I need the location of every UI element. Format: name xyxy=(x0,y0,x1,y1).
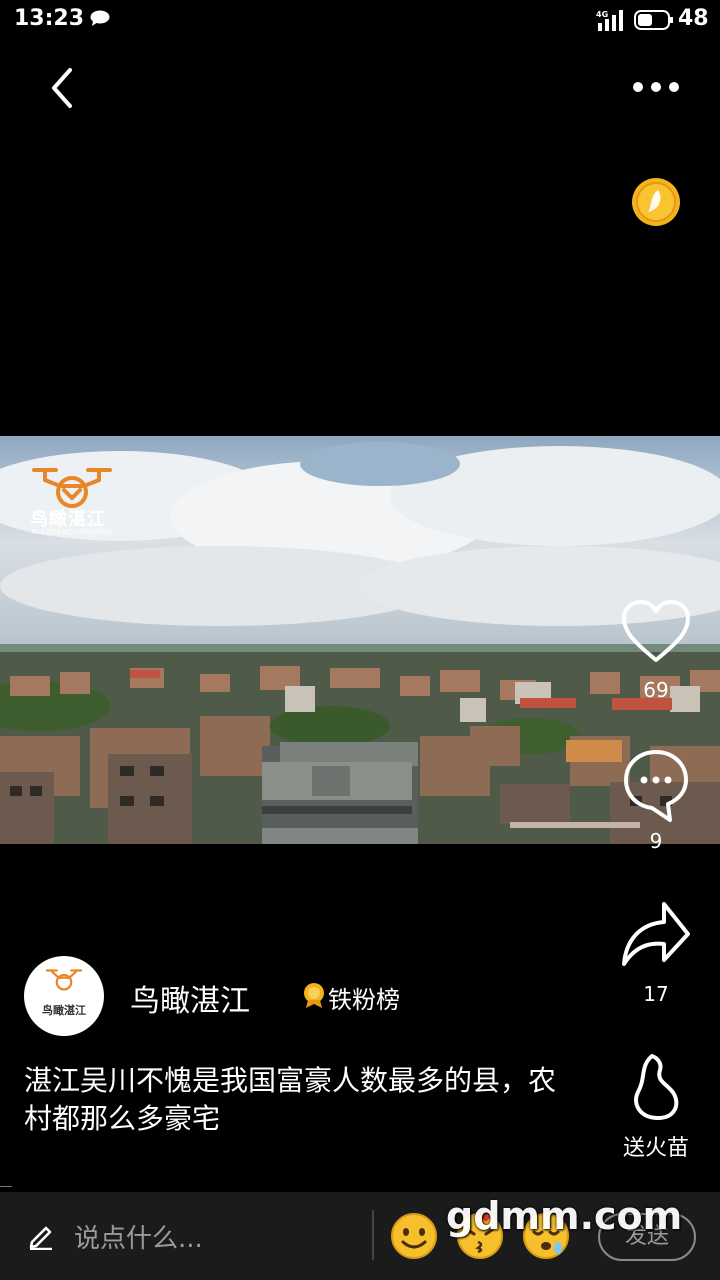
signal-4g-icon: 4G xyxy=(596,10,623,31)
medal-icon xyxy=(304,983,324,1008)
chat-bubble-icon xyxy=(90,10,110,26)
send-flame-label[interactable]: 送火苗 xyxy=(614,1130,698,1162)
svg-text:4G: 4G xyxy=(596,10,608,19)
gold-coin-icon[interactable] xyxy=(630,176,682,228)
author-name[interactable]: 鸟瞰湛江 xyxy=(130,976,250,1020)
like-heart-button[interactable] xyxy=(620,598,692,666)
video-caption: 湛江吴川不愧是我国富豪人数最多的县，农村都那么多豪宅 xyxy=(24,1064,557,1135)
divider xyxy=(372,1210,374,1260)
like-count: 69 xyxy=(643,678,669,702)
avatar-logo-icon xyxy=(45,969,83,991)
flame-icon[interactable] xyxy=(630,1052,682,1124)
battery-level: 48 xyxy=(678,6,709,31)
watermark-brand-en: NIAOKANZHANJIANG xyxy=(32,528,112,536)
more-options-button[interactable] xyxy=(624,70,688,104)
avatar-text: 鸟瞰湛江 xyxy=(42,1004,86,1017)
pen-icon xyxy=(29,1226,52,1250)
comment-bubble-button[interactable] xyxy=(622,748,690,822)
smile-emoji-icon[interactable] xyxy=(390,1212,438,1260)
share-arrow-button[interactable] xyxy=(620,900,692,970)
back-button[interactable] xyxy=(40,62,86,114)
share-count: 17 xyxy=(643,982,669,1006)
site-watermark: gdmm.com xyxy=(446,1194,683,1238)
fan-rank-badge[interactable]: 铁粉榜 xyxy=(328,980,400,1015)
divider xyxy=(0,1186,12,1187)
comment-count: 9 xyxy=(649,829,663,853)
comment-input[interactable]: 说点什么... xyxy=(74,1218,203,1255)
status-time: 13:23 xyxy=(14,6,85,31)
battery-icon xyxy=(634,10,673,30)
author-avatar[interactable]: 鸟瞰湛江 xyxy=(24,956,104,1036)
